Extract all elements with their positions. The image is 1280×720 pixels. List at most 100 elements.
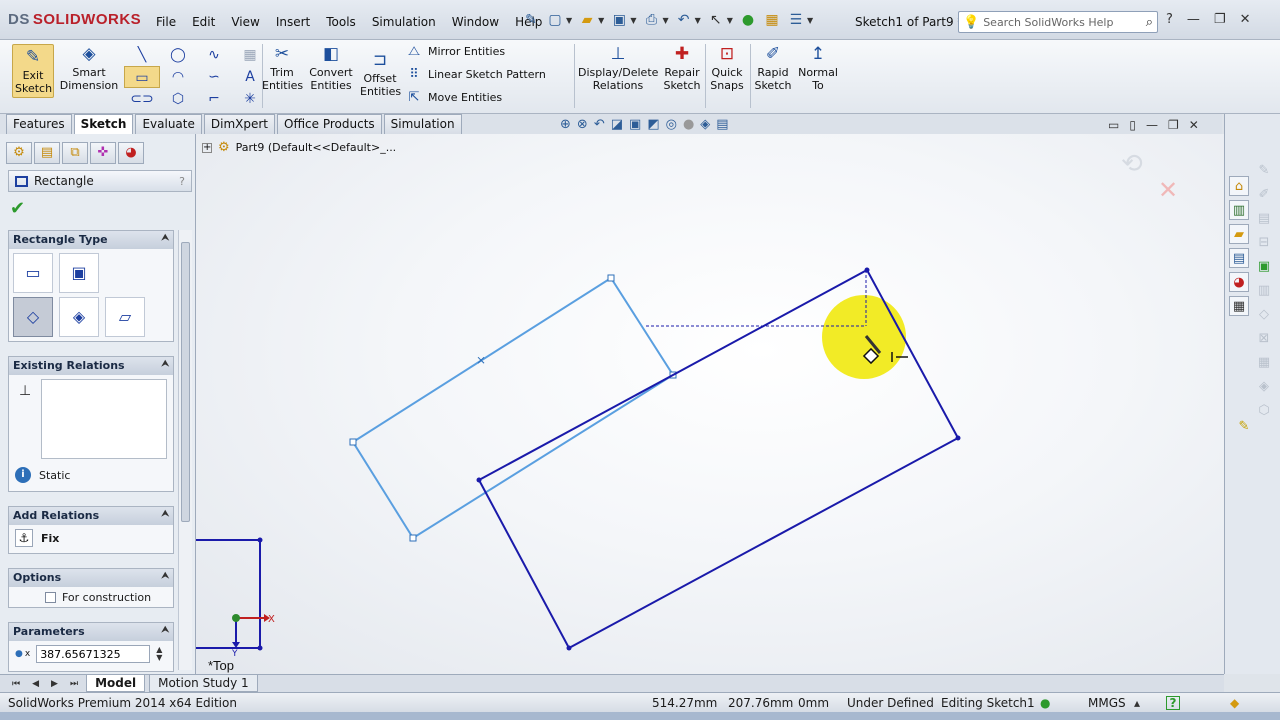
panel-scrollbar[interactable] [178, 230, 192, 670]
smart-tool-icon[interactable]: ✎ [1235, 418, 1253, 436]
collapse-icon[interactable]: ⮝ [161, 571, 169, 585]
move-entities-button[interactable]: ⇱ Move Entities [406, 90, 503, 105]
split-view-icon[interactable]: ▯ [1129, 118, 1136, 132]
corner-rectangle-icon[interactable]: ▭ [13, 253, 53, 293]
menu-edit[interactable]: Edit [184, 13, 223, 31]
trim-entities-button[interactable]: ✂ Trim Entities [262, 44, 303, 92]
tab-simulation[interactable]: Simulation [383, 114, 462, 134]
normal-to-button[interactable]: ↥ Normal To [798, 44, 838, 92]
tab-motion-study[interactable]: Motion Study 1 [149, 675, 258, 692]
preview-vertex[interactable] [409, 534, 417, 542]
hide-show-icon[interactable]: ◎ [666, 117, 677, 132]
tab-dimxpert[interactable]: DimXpert [203, 114, 275, 134]
pin-icon[interactable]: ✎ [522, 11, 540, 29]
select-arrow-icon[interactable]: ↖ [707, 11, 725, 29]
confirmation-corner[interactable]: ⟲ ✕ [1121, 149, 1178, 204]
parallelogram-icon[interactable]: ▱ [105, 297, 145, 337]
line-icon[interactable]: ╲ [124, 44, 160, 66]
rectangle-icon[interactable]: ▭ [124, 66, 160, 88]
arc-icon[interactable]: ∿ [196, 44, 232, 66]
property-manager-tab-icon[interactable]: ▤ [34, 142, 60, 164]
zoom-area-icon[interactable]: ⊗ [577, 117, 588, 132]
collapse-icon[interactable]: ⮝ [161, 509, 169, 523]
file-explorer-icon[interactable]: ▰ [1229, 224, 1249, 244]
collapse-icon[interactable]: ⮝ [161, 625, 169, 639]
options-icon[interactable]: ☰ [787, 11, 805, 29]
status-help[interactable]: ? [1166, 696, 1180, 710]
configuration-manager-tab-icon[interactable]: ⧉ [62, 142, 88, 164]
spline-icon[interactable]: ∽ [196, 66, 232, 88]
circle-icon[interactable]: ◯ [160, 44, 196, 66]
zoom-to-fit-icon[interactable]: ⊕ [560, 117, 571, 132]
repair-sketch-button[interactable]: ✚ Repair Sketch [662, 44, 702, 92]
solidworks-logo[interactable]: DS SOLIDWORKS [8, 11, 141, 28]
sketch-vertex[interactable] [566, 645, 572, 651]
tab-features[interactable]: Features [6, 114, 72, 134]
sketch-canvas[interactable]: ⨯ X Y ⟲ ✕ [196, 134, 1224, 674]
tab-scroll-next-icon[interactable]: ▶ [47, 679, 62, 689]
view-orientation-icon[interactable]: ▣ [629, 117, 641, 132]
viewport-minimize-icon[interactable]: — [1146, 118, 1158, 132]
exit-sketch-button[interactable]: ✎ Exit Sketch [12, 44, 54, 98]
quick-snaps-button[interactable]: ⊡ Quick Snaps [708, 44, 746, 92]
appearances-icon[interactable]: ◕ [1229, 272, 1249, 292]
print-icon[interactable]: ⎙ [642, 11, 660, 29]
tag-icon[interactable]: ◆ [1230, 696, 1239, 710]
help-icon[interactable]: ? [179, 175, 185, 188]
menu-window[interactable]: Window [444, 13, 507, 31]
search-input[interactable]: Search SolidWorks Help [983, 16, 1146, 29]
save-icon[interactable]: ▣ [610, 11, 628, 29]
scroll-thumb[interactable] [181, 242, 190, 522]
dimxpert-manager-tab-icon[interactable]: ✜ [90, 142, 116, 164]
convert-entities-button[interactable]: ◧ Convert Entities [306, 44, 356, 92]
parameters-header[interactable]: Parameters ⮝ [9, 623, 173, 641]
sketch-vertex[interactable] [955, 435, 961, 441]
preview-rectangle[interactable] [351, 276, 675, 540]
reference-rectangle[interactable] [196, 539, 261, 649]
tab-scroll-first-icon[interactable]: ⏮ [8, 679, 24, 689]
expand-icon[interactable]: + [202, 142, 212, 153]
preview-vertex[interactable] [349, 438, 357, 446]
checkbox[interactable] [45, 592, 56, 603]
add-relations-header[interactable]: Add Relations ⮝ [9, 507, 173, 525]
3-point-corner-rectangle-icon[interactable]: ◇ [13, 297, 53, 337]
file-properties-icon[interactable]: ▦ [763, 11, 781, 29]
slot-icon[interactable]: ⊂⊃ [124, 88, 160, 110]
help-question-icon[interactable]: ? [1166, 12, 1173, 27]
polygon-icon[interactable]: ⬡ [160, 88, 196, 110]
menu-simulation[interactable]: Simulation [364, 13, 444, 31]
collapse-icon[interactable]: ⮝ [161, 359, 169, 373]
menu-file[interactable]: File [148, 13, 184, 31]
tile-view-icon[interactable]: ▭ [1108, 118, 1119, 132]
rapid-sketch-button[interactable]: ✐ Rapid Sketch [754, 44, 792, 92]
tab-office-products[interactable]: Office Products [277, 114, 382, 134]
tab-scroll-last-icon[interactable]: ⏭ [66, 679, 82, 689]
offset-entities-button[interactable]: ⊐ Offset Entities [360, 50, 401, 98]
flyout-feature-tree[interactable]: + ⚙ Part9 (Default<<Default>_... [202, 140, 396, 155]
exit-sketch-corner-icon[interactable]: ⟲ [1121, 149, 1143, 179]
feature-manager-tab-icon[interactable]: ⚙ [6, 142, 32, 164]
existing-relations-list[interactable] [41, 379, 167, 459]
preview-vertex[interactable] [607, 274, 615, 282]
sketch-vertex[interactable] [864, 267, 870, 273]
previous-view-icon[interactable]: ↶ [594, 117, 605, 132]
viewport-close-icon[interactable]: ✕ [1189, 118, 1199, 132]
mirror-entities-button[interactable]: ⧍ Mirror Entities [406, 44, 505, 59]
display-manager-tab-icon[interactable]: ◕ [118, 142, 144, 164]
undo-icon[interactable]: ↶ [675, 11, 693, 29]
menu-tools[interactable]: Tools [318, 13, 364, 31]
solidworks-resources-icon[interactable]: ⌂ [1229, 176, 1249, 196]
fillet-icon[interactable]: ⌐ [196, 88, 232, 110]
sketch-vertex[interactable] [476, 477, 482, 483]
rebuild-icon[interactable]: ● [739, 11, 757, 29]
linear-sketch-pattern-button[interactable]: ⠿ Linear Sketch Pattern [406, 67, 546, 82]
menu-view[interactable]: View [223, 13, 267, 31]
tab-model[interactable]: Model [86, 675, 146, 692]
search-icon[interactable]: ⌕ [1146, 15, 1153, 30]
rebuild-status-icon[interactable]: ● [1040, 696, 1050, 710]
tab-scroll-prev-icon[interactable]: ◀ [28, 679, 43, 689]
parameter-x-input[interactable] [36, 645, 151, 663]
options-header[interactable]: Options ⮝ [9, 569, 173, 587]
smart-dimension-button[interactable]: ◈ Smart Dimension [58, 44, 120, 92]
scene-icon[interactable]: ◈ [700, 117, 710, 132]
